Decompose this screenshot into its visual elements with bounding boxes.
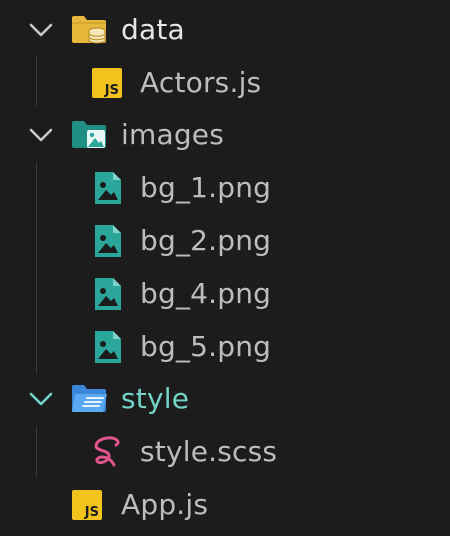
file-label: bg_4.png (140, 276, 272, 310)
javascript-file-icon: JS (92, 68, 122, 98)
chevron-down-icon[interactable] (28, 123, 54, 147)
tree-folder-images[interactable]: images (0, 108, 450, 161)
javascript-file-icon: JS (72, 490, 102, 520)
tree-file-actors-js[interactable]: JS Actors.js (0, 56, 450, 109)
folder-database-icon (72, 16, 106, 44)
tree-file-bg-5[interactable]: bg_5.png (0, 320, 450, 373)
folder-label: style (121, 381, 190, 415)
tree-file-bg-4[interactable]: bg_4.png (0, 267, 450, 320)
folder-images-icon (72, 121, 106, 148)
folder-label: images (121, 117, 225, 151)
tree-file-app-js[interactable]: JS App.js (0, 478, 450, 531)
sass-file-icon (94, 436, 120, 467)
js-badge: JS (84, 505, 99, 520)
folder-label: data (121, 12, 185, 46)
image-file-icon (95, 331, 121, 363)
file-label: bg_2.png (140, 223, 272, 257)
tree-file-style-scss[interactable]: style.scss (0, 425, 450, 478)
chevron-down-icon[interactable] (28, 387, 54, 411)
image-file-icon (95, 278, 121, 310)
chevron-down-icon[interactable] (28, 18, 54, 42)
image-file-icon (95, 225, 121, 257)
file-label: bg_5.png (140, 329, 272, 363)
tree-folder-style[interactable]: style (0, 372, 450, 425)
file-label: App.js (121, 487, 209, 521)
file-label: Actors.js (140, 65, 262, 99)
file-label: style.scss (140, 434, 278, 468)
tree-folder-data[interactable]: data (0, 3, 450, 56)
tree-file-bg-1[interactable]: bg_1.png (0, 161, 450, 214)
file-explorer-tree: data JS Actors.js images bg_1.png bg_2.p… (0, 0, 450, 536)
js-badge: JS (104, 83, 119, 98)
file-label: bg_1.png (140, 170, 272, 204)
tree-file-bg-2[interactable]: bg_2.png (0, 214, 450, 267)
folder-style-icon (72, 385, 107, 412)
image-file-icon (95, 172, 121, 204)
